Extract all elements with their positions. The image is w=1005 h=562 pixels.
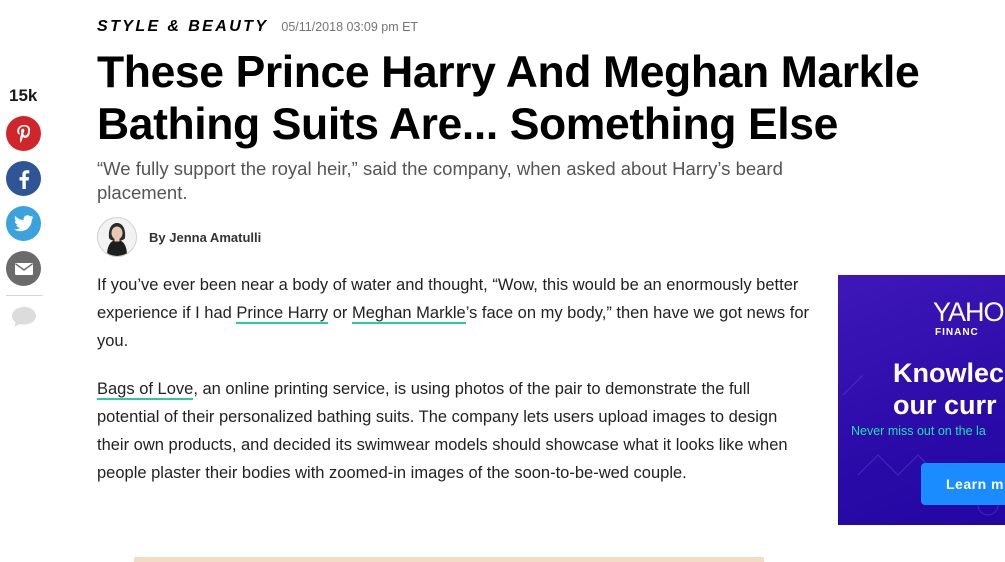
bags-of-love-link[interactable]: Bags of Love: [97, 380, 194, 400]
article-meta: STYLE & BEAUTY 05/11/2018 03:09 pm ET: [97, 18, 418, 36]
paragraph: Bags of Love, an online printing service…: [97, 375, 812, 487]
pinterest-icon: [16, 124, 30, 143]
pinterest-share-button[interactable]: [6, 116, 41, 151]
paragraph-text: , an online printing service, is using p…: [97, 380, 788, 482]
email-icon: [14, 262, 33, 275]
ad-subline: Never miss out on the la: [851, 424, 986, 438]
ad-headline: Knowlec our curr: [893, 357, 1004, 421]
ad-learn-more-button[interactable]: Learn m: [921, 463, 1005, 505]
ad-headline-line: Knowlec: [893, 358, 1005, 388]
meghan-markle-link[interactable]: Meghan Markle: [351, 304, 466, 324]
author-name[interactable]: By Jenna Amatulli: [149, 230, 261, 245]
share-count: 15k: [9, 86, 38, 105]
ad-logo-sub: FINANC: [935, 327, 979, 338]
facebook-share-button[interactable]: [6, 161, 41, 196]
comment-icon[interactable]: [10, 305, 38, 334]
paragraph: If you’ve ever been near a body of water…: [97, 271, 812, 355]
twitter-icon: [13, 215, 33, 232]
article-body: If you’ve ever been near a body of water…: [97, 271, 812, 507]
section-label[interactable]: STYLE & BEAUTY: [97, 18, 268, 36]
timestamp: 05/11/2018 03:09 pm ET: [281, 20, 419, 34]
email-share-button[interactable]: [6, 251, 41, 286]
ad-headline-line: our curr: [893, 390, 997, 420]
twitter-share-button[interactable]: [6, 206, 41, 241]
facebook-icon: [19, 169, 29, 189]
paragraph-text: or: [328, 304, 352, 322]
share-rail-divider: [6, 295, 43, 296]
advertisement[interactable]: YAHO FINANC Knowlec our curr Never miss …: [838, 275, 1005, 525]
headline: These Prince Harry And Meghan Markle Bat…: [97, 48, 920, 149]
prince-harry-link[interactable]: Prince Harry: [236, 304, 329, 324]
dek: “We fully support the royal heir,” said …: [97, 158, 783, 203]
byline: By Jenna Amatulli: [97, 217, 261, 257]
article-image: [134, 557, 764, 562]
ad-logo: YAHO: [933, 297, 1005, 327]
avatar[interactable]: [97, 217, 137, 257]
